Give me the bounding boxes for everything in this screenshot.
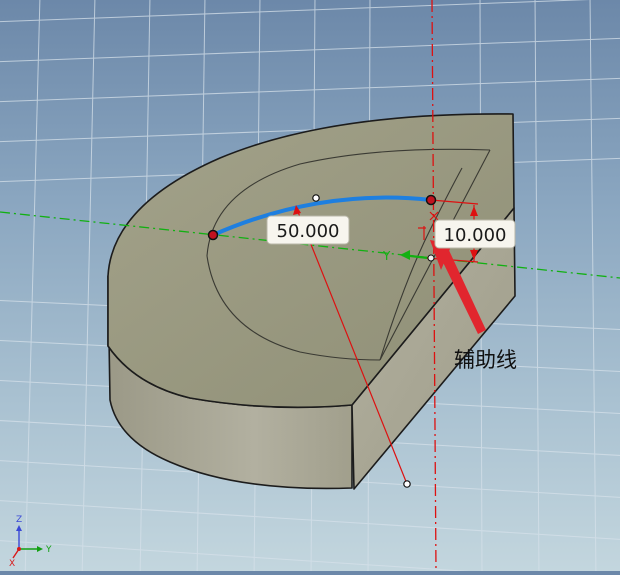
cad-3d-viewport[interactable]: Y 50.000 10.000 辅助线 Z Y X <box>0 0 620 575</box>
arc-start-point[interactable] <box>207 229 219 241</box>
radius-dimension-box[interactable]: 50.000 <box>266 215 350 245</box>
sketch-axis-y-label: Y <box>382 249 391 263</box>
radius-dimension-value[interactable]: 50.000 <box>277 221 340 242</box>
triad-y-label: Y <box>45 545 52 555</box>
dimension-handle-point[interactable] <box>403 480 411 488</box>
triad-z-label: Z <box>16 515 22 525</box>
construction-line-annotation: 辅助线 <box>454 348 517 372</box>
offset-dimension-value[interactable]: 10.000 <box>444 225 507 246</box>
offset-dimension-box[interactable]: 10.000 <box>434 219 516 249</box>
solid-body[interactable] <box>107 113 516 490</box>
arc-mid-point[interactable] <box>312 194 320 202</box>
sketch-origin-point[interactable] <box>427 254 435 262</box>
arc-end-point[interactable] <box>425 194 437 206</box>
triad-x-label: X <box>9 559 15 569</box>
